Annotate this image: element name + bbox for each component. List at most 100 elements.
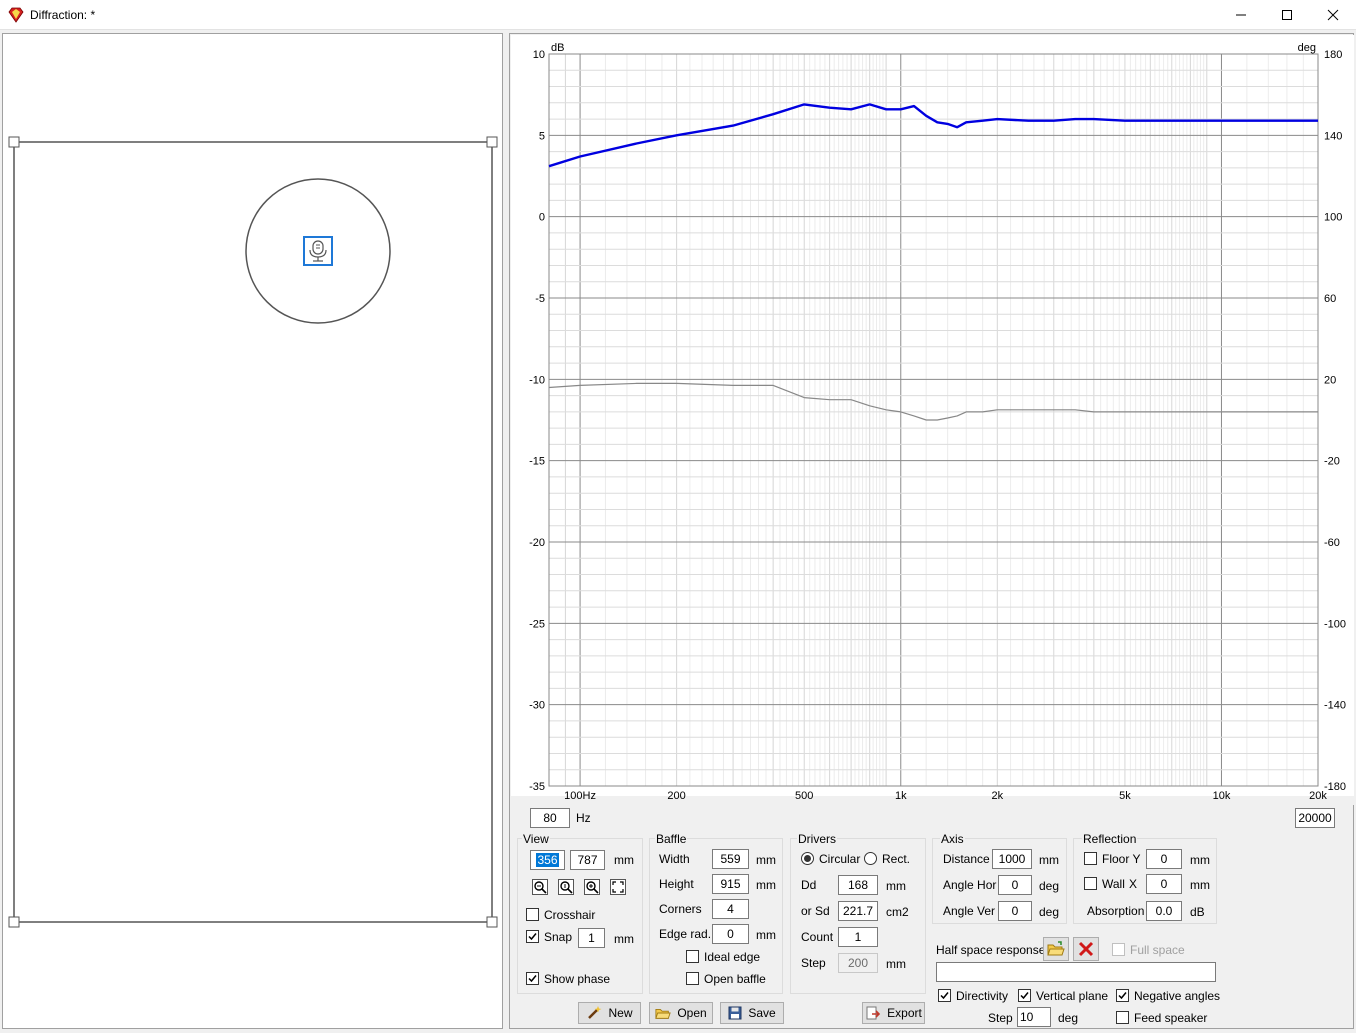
baffle-drawing-panel[interactable] — [2, 33, 503, 1029]
zoom-out-button[interactable] — [530, 877, 550, 897]
negative-angles-checkbox[interactable] — [1116, 989, 1129, 1002]
save-button[interactable]: Save — [720, 1002, 784, 1024]
drivers-group-title: Drivers — [797, 832, 837, 846]
snap-checkbox[interactable] — [526, 930, 539, 943]
wall-checkbox[interactable] — [1084, 877, 1097, 890]
zoom-actual-icon — [558, 879, 574, 895]
view-width-input[interactable]: 356 — [530, 850, 565, 870]
count-input[interactable]: 1 — [838, 927, 878, 947]
view-height-input[interactable]: 787 — [570, 850, 605, 870]
baffle-canvas[interactable] — [3, 34, 502, 1028]
rect-label: Rect. — [882, 852, 911, 866]
reflection-group-title: Reflection — [1082, 832, 1138, 846]
show-phase-label: Show phase — [544, 972, 611, 986]
magic-wand-icon — [588, 1006, 602, 1019]
crosshair-label: Crosshair — [544, 908, 596, 922]
angle-ver-label: Angle Ver — [943, 904, 996, 918]
snap-label: Snap — [544, 930, 573, 944]
angle-hor-unit: deg — [1039, 879, 1060, 893]
export-button[interactable]: Export — [862, 1002, 925, 1024]
sd-label: or Sd — [801, 904, 830, 918]
zoom-reset-button[interactable] — [556, 877, 576, 897]
y2-tick-label: -140 — [1324, 700, 1346, 712]
crosshair-checkbox[interactable] — [526, 908, 539, 921]
frequency-response-chart[interactable]: 10 5 0 -5 -10 -15 -20 -25 -30 -35 180 140 100 60 20 -20… — [511, 35, 1354, 816]
y2-tick-label: 140 — [1324, 130, 1342, 142]
baffle-height-input[interactable]: 915 — [712, 874, 749, 894]
resize-handle-top-right[interactable] — [486, 136, 498, 148]
zoom-in-icon — [584, 879, 600, 895]
feed-speaker-checkbox[interactable] — [1116, 1011, 1129, 1024]
wall-axis-label: X — [1129, 877, 1138, 891]
distance-input[interactable]: 1000 — [992, 849, 1032, 869]
open-half-space-button[interactable] — [1043, 937, 1069, 961]
x-tick-label: 10k — [1213, 790, 1231, 802]
baffle-height-unit: mm — [756, 878, 776, 892]
open-baffle-checkbox[interactable] — [686, 972, 699, 985]
directivity-step-input[interactable]: 10 — [1017, 1007, 1051, 1027]
full-space-checkbox — [1112, 943, 1125, 956]
absorption-input[interactable]: 0.0 — [1146, 901, 1182, 921]
microphone-icon[interactable] — [303, 236, 333, 266]
baffle-width-input[interactable]: 559 — [712, 849, 749, 869]
sd-input[interactable]: 221.7 — [838, 901, 878, 921]
wall-label: Wall — [1102, 877, 1125, 891]
snap-value-input[interactable]: 1 — [578, 928, 605, 948]
open-button[interactable]: Open — [649, 1002, 713, 1024]
y-axis-label: dB — [551, 42, 564, 54]
clear-half-space-button[interactable] — [1073, 937, 1099, 961]
wall-input[interactable]: 0 — [1146, 874, 1182, 894]
resize-handle-bottom-left[interactable] — [8, 916, 20, 928]
new-button[interactable]: New — [578, 1002, 641, 1024]
resize-handle-top-left[interactable] — [8, 136, 20, 148]
zoom-fit-button[interactable] — [608, 877, 628, 897]
baffle-corners-label: Corners — [659, 902, 702, 916]
view-group-title: View — [522, 832, 550, 846]
x-tick-label: 2k — [991, 790, 1003, 802]
baffle-width-label: Width — [659, 852, 690, 866]
angle-hor-input[interactable]: 0 — [998, 875, 1032, 895]
baffle-corners-input[interactable]: 4 — [712, 899, 749, 919]
distance-label: Distance — [943, 852, 990, 866]
negative-angles-label: Negative angles — [1134, 989, 1221, 1003]
close-button[interactable] — [1310, 0, 1356, 30]
fit-screen-icon — [610, 879, 626, 895]
y-tick-label: 0 — [539, 212, 545, 224]
baffle-edge-input[interactable]: 0 — [712, 924, 749, 944]
dd-input[interactable]: 168 — [838, 875, 878, 895]
y-tick-label: -10 — [529, 374, 545, 386]
baffle-outline[interactable] — [13, 141, 493, 923]
max-frequency-input[interactable]: 20000 — [1295, 808, 1335, 828]
vertical-plane-label: Vertical plane — [1036, 989, 1109, 1003]
zoom-in-button[interactable] — [582, 877, 602, 897]
show-phase-checkbox[interactable] — [526, 972, 539, 985]
directivity-step-unit: deg — [1058, 1011, 1079, 1025]
minimize-button[interactable] — [1218, 0, 1264, 30]
maximize-button[interactable] — [1264, 0, 1310, 30]
floor-checkbox[interactable] — [1084, 852, 1097, 865]
angle-ver-input[interactable]: 0 — [998, 901, 1032, 921]
y2-tick-label: -60 — [1324, 537, 1340, 549]
checkmark-icon — [1118, 992, 1127, 1000]
resize-handle-bottom-right[interactable] — [486, 916, 498, 928]
half-space-file-input[interactable] — [936, 962, 1216, 982]
y-tick-label: -30 — [529, 700, 545, 712]
ideal-edge-checkbox[interactable] — [686, 950, 699, 963]
rect-radio[interactable] — [864, 852, 877, 865]
title-bar: Diffraction: * — [0, 0, 1356, 30]
circular-radio[interactable] — [801, 852, 814, 865]
directivity-checkbox[interactable] — [938, 989, 951, 1002]
delete-icon — [1078, 941, 1094, 957]
axis-group-title: Axis — [940, 832, 965, 846]
snap-unit-label: mm — [614, 932, 634, 946]
floppy-disk-icon — [728, 1006, 742, 1020]
wall-unit: mm — [1190, 878, 1210, 892]
response-panel: 10 5 0 -5 -10 -15 -20 -25 -30 -35 180 140 100 60 20 -20… — [509, 33, 1354, 1029]
open-baffle-label: Open baffle — [704, 972, 766, 986]
vertical-plane-checkbox[interactable] — [1018, 989, 1031, 1002]
new-button-label: New — [608, 1006, 633, 1020]
min-frequency-input[interactable]: 80 — [530, 808, 570, 828]
step-input: 200 — [838, 953, 878, 973]
floor-input[interactable]: 0 — [1146, 849, 1182, 869]
checkmark-icon — [528, 933, 537, 941]
